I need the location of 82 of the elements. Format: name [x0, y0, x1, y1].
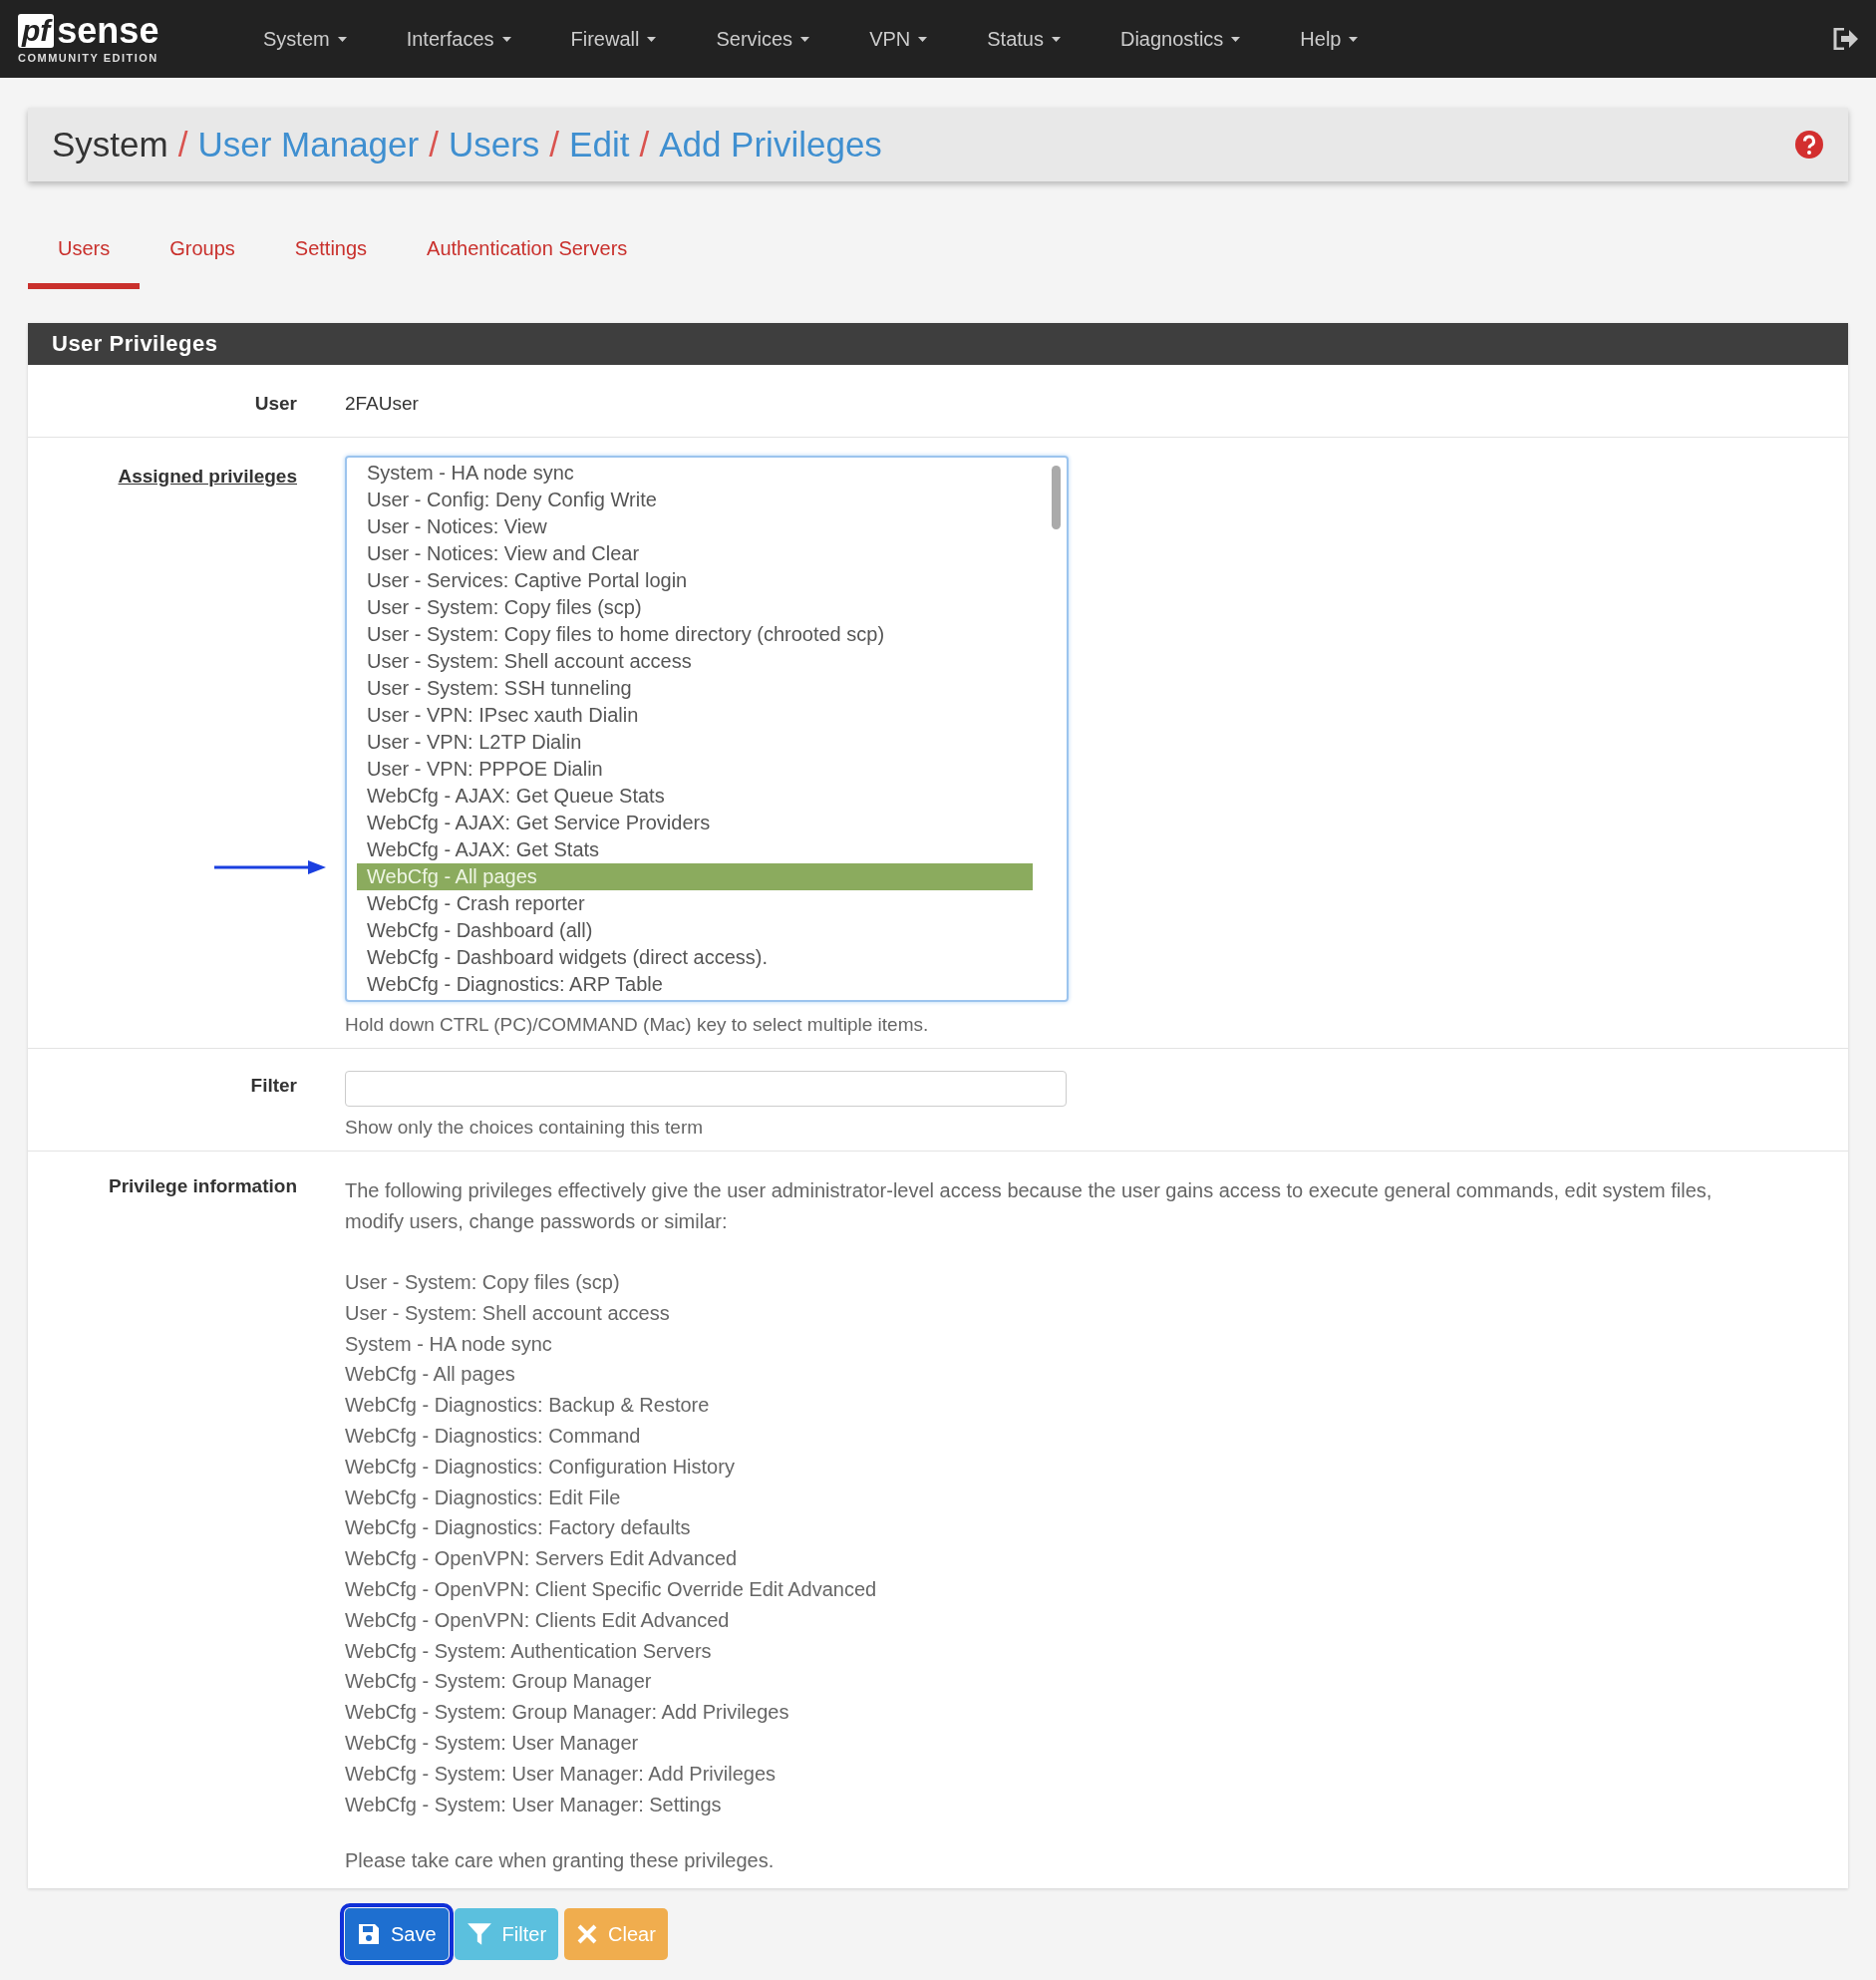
caret-icon	[918, 36, 928, 42]
list-option[interactable]: User - Services: Captive Portal login	[357, 567, 1033, 594]
logo-subtitle: COMMUNITY EDITION	[18, 52, 159, 64]
caret-icon	[1051, 36, 1061, 42]
privilege-name: WebCfg - Diagnostics: Factory defaults	[345, 1515, 692, 1541]
help-icon[interactable]	[1794, 130, 1824, 160]
info-paragraph: The following privileges effectively give the user administrator-level access because the user gains access to execute general commands, edit system files, modify users, change passwords or similar:	[345, 1178, 1714, 1234]
caret-icon	[337, 36, 347, 42]
privilege-name: WebCfg - Diagnostics: Configuration History	[345, 1454, 736, 1480]
list-option[interactable]: User - VPN: PPPOE Dialin	[357, 756, 1033, 783]
save-icon	[357, 1922, 381, 1947]
privilege-name: User - System: Copy files (scp)	[345, 1270, 621, 1295]
privilege-name: WebCfg - OpenVPN: Servers Edit Advanced	[345, 1546, 739, 1572]
list-option[interactable]: WebCfg - Diagnostics: ARP Table	[357, 971, 1033, 998]
nav-menu[interactable]: Firewall	[540, 27, 687, 51]
caret-icon	[647, 36, 657, 42]
privileges-listbox[interactable]	[345, 456, 1069, 1002]
breadcrumb-separator: /	[639, 125, 650, 165]
tab[interactable]: Users	[28, 231, 141, 289]
privilege-name: WebCfg - Diagnostics: Edit File	[345, 1485, 622, 1510]
caret-icon	[1349, 36, 1359, 42]
privilege-name: WebCfg - All pages	[345, 1362, 516, 1388]
privilege-name: WebCfg - Diagnostics: Backup & Restore	[345, 1393, 711, 1419]
privilege-name: WebCfg - System: Group Manager	[345, 1669, 653, 1695]
list-option[interactable]: System - HA node sync	[357, 460, 1033, 487]
breadcrumb-item: System	[52, 125, 168, 165]
field-label: User	[253, 393, 297, 415]
privilege-name: WebCfg - OpenVPN: Clients Edit Advanced	[345, 1607, 731, 1633]
list-option[interactable]: User - Notices: View	[357, 513, 1033, 540]
privilege-name: WebCfg - System: User Manager	[345, 1730, 640, 1756]
privilege-name: WebCfg - OpenVPN: Client Specific Override Edit Advanced	[345, 1576, 878, 1602]
list-option[interactable]: WebCfg - AJAX: Get Stats	[357, 836, 1033, 863]
privilege-name: User - System: Shell account access	[345, 1300, 671, 1326]
list-option[interactable]: User - System: Copy files (scp)	[357, 594, 1033, 621]
help-text: Show only the choices containing this term	[345, 1117, 705, 1139]
caret-icon	[501, 36, 511, 42]
privilege-name: WebCfg - System: User Manager: Settings	[345, 1792, 723, 1817]
tab[interactable]: Settings	[264, 231, 398, 289]
nav-menu[interactable]: Help	[1270, 27, 1389, 51]
nav-menu[interactable]: VPN	[839, 27, 958, 51]
tab[interactable]: Authentication Servers	[397, 231, 658, 289]
privilege-name: WebCfg - System: Authentication Servers	[345, 1638, 713, 1664]
panel-title: User Privileges	[28, 323, 1848, 365]
list-option[interactable]: WebCfg - AJAX: Get Queue Stats	[357, 783, 1033, 810]
breadcrumb-separator: /	[549, 125, 560, 165]
breadcrumb-separator: /	[177, 125, 188, 165]
caret-icon	[1231, 36, 1241, 42]
close-icon	[576, 1923, 599, 1946]
list-option[interactable]: User - System: SSH tunneling	[357, 675, 1033, 702]
field-label: Filter	[249, 1075, 297, 1098]
list-option[interactable]: WebCfg - Dashboard widgets (direct access).	[357, 944, 1033, 971]
list-option[interactable]: User - Config: Deny Config Write	[357, 487, 1033, 513]
nav-menu[interactable]: Status	[957, 27, 1091, 51]
list-option[interactable]: WebCfg - Crash reporter	[357, 890, 1033, 917]
nav-menu[interactable]: Services	[686, 27, 840, 51]
list-option[interactable]: User - System: Copy files to home directory (chrooted scp)	[357, 621, 1033, 648]
filter-field[interactable]	[345, 1071, 1067, 1107]
privilege-name: System - HA node sync	[345, 1331, 553, 1357]
warning-text: Please take care when granting these privileges.	[345, 1849, 776, 1873]
privilege-name: WebCfg - System: Group Manager: Add Privileges	[345, 1700, 790, 1726]
tab[interactable]: Groups	[140, 231, 265, 289]
field-label: Privilege information	[108, 1175, 297, 1198]
user-value: 2FAUser	[345, 393, 420, 415]
caret-icon	[800, 36, 810, 42]
list-option[interactable]: WebCfg - AJAX: Get Service Providers	[357, 810, 1033, 836]
nav-menu[interactable]: System	[233, 27, 377, 51]
list-option[interactable]: User - VPN: IPsec xauth Dialin	[357, 702, 1033, 729]
scrollbar-thumb[interactable]	[1052, 466, 1061, 529]
list-option[interactable]: WebCfg - Dashboard (all)	[357, 917, 1033, 944]
nav-menu[interactable]: Diagnostics	[1090, 27, 1271, 51]
help-text: Hold down CTRL (PC)/COMMAND (Mac) key to select multiple items.	[345, 1014, 930, 1036]
field-label: Assigned privileges	[117, 466, 297, 488]
logout-icon[interactable]	[1832, 28, 1858, 50]
logo-mark: pf	[18, 14, 55, 48]
privilege-name: WebCfg - Diagnostics: Command	[345, 1424, 642, 1449]
list-option[interactable]: User - VPN: L2TP Dialin	[357, 729, 1033, 756]
list-option[interactable]: User - System: Shell account access	[357, 648, 1033, 675]
list-option[interactable]: User - Notices: View and Clear	[357, 540, 1033, 567]
logo-text: sense	[57, 14, 159, 48]
privilege-name: WebCfg - System: User Manager: Add Privileges	[345, 1761, 778, 1787]
nav-menu[interactable]: Interfaces	[376, 27, 541, 51]
breadcrumb-separator: /	[429, 125, 439, 165]
